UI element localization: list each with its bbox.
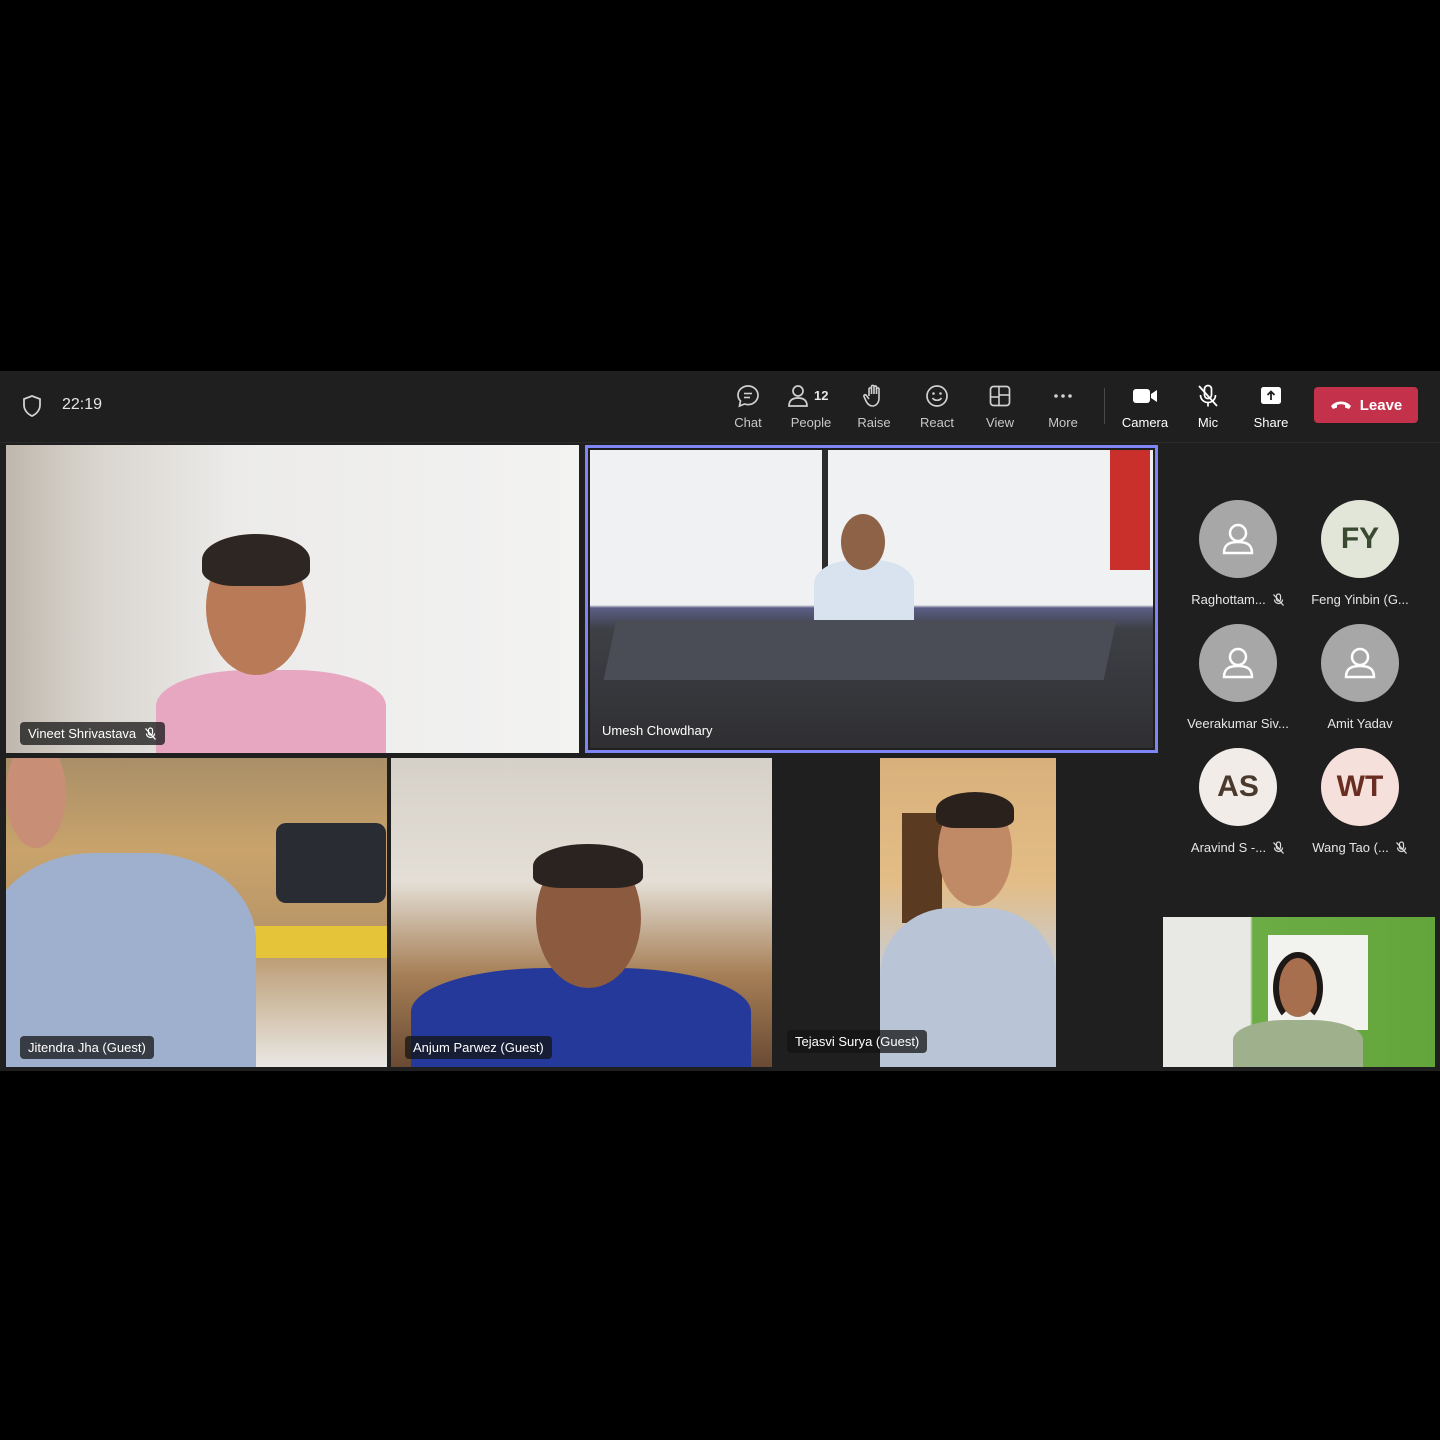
- people-button[interactable]: 12 People: [781, 381, 841, 435]
- view-label: View: [986, 415, 1014, 430]
- participant-name-tag: Vineet Shrivastava: [20, 722, 166, 745]
- roster-name: Veerakumar Siv...: [1187, 716, 1289, 731]
- person-icon: [1199, 500, 1277, 578]
- roster-item[interactable]: AS Aravind S -...: [1173, 748, 1303, 868]
- roster-name-row: Aravind S -...: [1173, 840, 1303, 855]
- self-view-tile[interactable]: [1163, 917, 1435, 1067]
- mic-off-icon: [145, 726, 157, 740]
- roster-item[interactable]: Amit Yadav: [1295, 624, 1425, 744]
- video-tile-vineet[interactable]: Vineet Shrivastava: [6, 445, 579, 753]
- leave-button[interactable]: Leave: [1314, 387, 1418, 423]
- participant-count: 12: [814, 388, 829, 403]
- layout-icon: [989, 385, 1011, 407]
- mic-button[interactable]: Mic: [1178, 381, 1238, 435]
- participant-video: [411, 844, 751, 1067]
- shield-icon[interactable]: [22, 395, 42, 417]
- meeting-window: 22:19 Chat 12 People Raise React View Mo…: [0, 371, 1440, 1071]
- chat-button[interactable]: Chat: [718, 381, 778, 435]
- flag: [1110, 450, 1150, 570]
- react-button[interactable]: React: [907, 381, 967, 435]
- chat-label: Chat: [734, 415, 762, 430]
- hang-up-icon: [1330, 401, 1351, 409]
- share-button[interactable]: Share: [1241, 381, 1301, 435]
- participant-name: Anjum Parwez (Guest): [413, 1040, 544, 1055]
- people-icon: [788, 385, 808, 407]
- chat-icon: [737, 385, 759, 408]
- participant-name-tag: Umesh Chowdhary: [594, 719, 721, 742]
- meeting-toolbar: 22:19 Chat 12 People Raise React View Mo…: [0, 371, 1440, 443]
- roster-name: Raghottam...: [1191, 592, 1266, 607]
- participant-name: Umesh Chowdhary: [602, 723, 713, 738]
- video-tile-jitendra[interactable]: Jitendra Jha (Guest): [6, 758, 387, 1067]
- roster-name: Aravind S -...: [1190, 840, 1267, 855]
- participant-name: Vineet Shrivastava: [28, 726, 137, 741]
- self-video: [1233, 952, 1363, 1067]
- roster-item[interactable]: Raghottam...: [1173, 500, 1303, 620]
- roster-name-row: Wang Tao (...: [1295, 840, 1425, 855]
- people-label: People: [790, 415, 832, 430]
- camera-label: Camera: [1121, 415, 1169, 430]
- view-button[interactable]: View: [970, 381, 1030, 435]
- share-icon: [1261, 387, 1281, 404]
- roster-item[interactable]: WT Wang Tao (...: [1295, 748, 1425, 868]
- video-tile-tejasvi[interactable]: [880, 758, 1056, 1067]
- mic-off-icon: [1395, 840, 1407, 854]
- react-label: React: [920, 415, 954, 430]
- participant-name: Jitendra Jha (Guest): [28, 1040, 146, 1055]
- roster-name: Amit Yadav: [1327, 716, 1393, 731]
- roster-name-row: Veerakumar Siv...: [1173, 716, 1303, 731]
- share-label: Share: [1253, 415, 1289, 430]
- more-icon: [1054, 394, 1072, 398]
- mic-off-icon: [1272, 592, 1284, 606]
- camera-icon: [1133, 389, 1157, 403]
- roster-item[interactable]: FY Feng Yinbin (G...: [1295, 500, 1425, 620]
- hand-icon: [863, 384, 880, 407]
- participant-roster: Raghottam... FY Feng Yinbin (G... Veerak…: [1163, 445, 1435, 915]
- more-button[interactable]: More: [1033, 381, 1093, 435]
- participant-name-tag: Anjum Parwez (Guest): [405, 1036, 552, 1059]
- initials-avatar: WT: [1321, 748, 1399, 826]
- desk: [603, 620, 1117, 680]
- raise-label: Raise: [857, 415, 891, 430]
- initials-avatar: AS: [1199, 748, 1277, 826]
- leave-label: Leave: [1359, 396, 1403, 414]
- meeting-timer: 22:19: [62, 396, 103, 413]
- person-icon: [1321, 624, 1399, 702]
- participant-name: Tejasvi Surya (Guest): [795, 1034, 920, 1049]
- mic-label: Mic: [1197, 415, 1219, 430]
- video-tile-anjum[interactable]: Anjum Parwez (Guest): [391, 758, 772, 1067]
- mic-off-icon: [1198, 384, 1218, 407]
- participant-video: [6, 758, 266, 1067]
- camera-button[interactable]: Camera: [1115, 381, 1175, 435]
- roster-name: Wang Tao (...: [1312, 840, 1389, 855]
- roster-name: Feng Yinbin (G...: [1311, 592, 1409, 607]
- roster-name-row: Amit Yadav: [1295, 716, 1425, 731]
- roster-item[interactable]: Veerakumar Siv...: [1173, 624, 1303, 744]
- office-chair: [276, 823, 386, 903]
- participant-video: [156, 534, 386, 753]
- initials-avatar: FY: [1321, 500, 1399, 578]
- video-tile-umesh[interactable]: Umesh Chowdhary: [590, 450, 1153, 748]
- raise-hand-button[interactable]: Raise: [844, 381, 904, 435]
- roster-name-row: Raghottam...: [1173, 592, 1303, 607]
- roster-name-row: Feng Yinbin (G...: [1295, 592, 1425, 607]
- participant-video: [814, 510, 914, 620]
- person-icon: [1199, 624, 1277, 702]
- participant-name-tag: Tejasvi Surya (Guest): [787, 1030, 928, 1053]
- participant-name-tag: Jitendra Jha (Guest): [20, 1036, 154, 1059]
- participant-video: [880, 792, 1056, 1067]
- more-label: More: [1048, 415, 1078, 430]
- mic-off-icon: [1273, 840, 1285, 854]
- smiley-icon: [926, 385, 948, 407]
- toolbar-divider: [1104, 388, 1105, 424]
